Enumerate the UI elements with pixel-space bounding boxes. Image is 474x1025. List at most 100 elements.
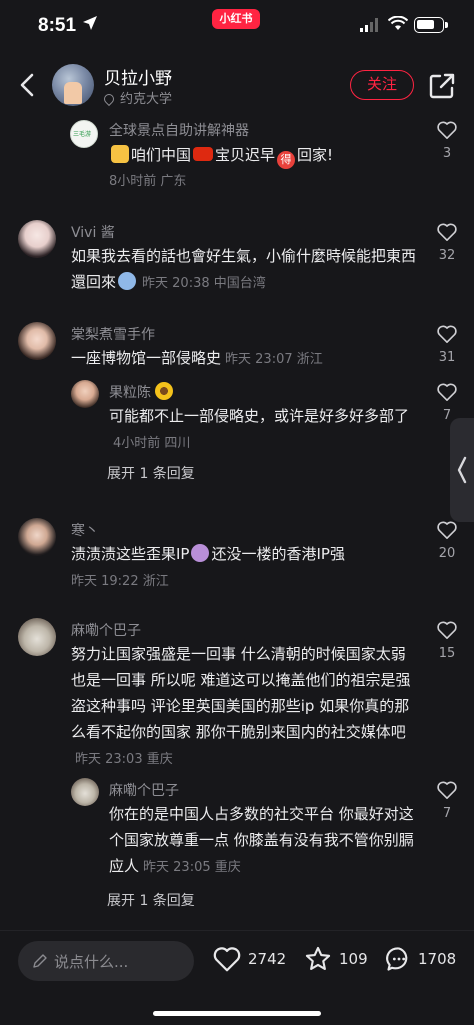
commenter-avatar[interactable] bbox=[18, 322, 56, 360]
comment-item: Vivi 酱 如果我去看的話也會好生氣，小偷什麼時候能把東西還回來 昨天 20:3… bbox=[0, 218, 474, 298]
commenter-avatar[interactable] bbox=[18, 618, 56, 656]
china-flag-emoji bbox=[193, 147, 214, 161]
comment-meta: 8小时前 广东 bbox=[109, 174, 187, 189]
wifi-icon bbox=[388, 16, 408, 30]
like-button[interactable]: 20 bbox=[432, 520, 462, 561]
heart-icon bbox=[437, 121, 457, 139]
heart-icon bbox=[437, 521, 457, 539]
thumbs-up-emoji bbox=[111, 145, 129, 163]
like-count: 7 bbox=[442, 806, 452, 821]
comment-icon bbox=[386, 947, 408, 971]
comment-text[interactable]: 如果我去看的話也會好生氣，小偷什麼時候能把東西還回來 昨天 20:38 中国台湾 bbox=[71, 243, 416, 297]
replier-name[interactable]: 果粒陈 bbox=[109, 382, 175, 402]
comment-text-part: 一座博物馆一部侵略史 bbox=[71, 349, 222, 367]
comment-text[interactable]: 渍渍渍这些歪果IP 还没一楼的香港IP强 bbox=[71, 541, 431, 567]
app-badge: 小红书 bbox=[212, 9, 260, 29]
avatar-label: 三毛游 bbox=[73, 131, 92, 138]
de-badge-emoji: 得 bbox=[277, 151, 296, 169]
comment-text-part: 努力让国家强盛是一回事 什么清朝的时候国家太弱也是一回事 所以呢 难道这可以掩盖… bbox=[71, 645, 411, 741]
commenter-name[interactable]: 棠梨煮雪手作 bbox=[71, 324, 155, 344]
side-drawer-handle[interactable] bbox=[450, 418, 474, 522]
status-bar: 8:51 小红书 bbox=[0, 0, 474, 52]
comment-post-button[interactable]: 1708 bbox=[384, 945, 464, 975]
comment-meta: 昨天 19:22 浙江 bbox=[71, 574, 169, 589]
location-arrow-icon bbox=[83, 16, 97, 30]
heart-icon bbox=[437, 223, 457, 241]
replier-avatar[interactable] bbox=[71, 778, 99, 806]
comment-meta: 昨天 23:03 重庆 bbox=[75, 752, 173, 767]
comment-text-part: 咱们中国 bbox=[131, 146, 192, 164]
poop-emoji bbox=[191, 544, 210, 562]
reply-meta: 昨天 23:05 重庆 bbox=[143, 860, 241, 875]
comment-item: 麻嘞个巴子 努力让国家强盛是一回事 什么清朝的时候国家太弱也是一回事 所以呢 难… bbox=[0, 618, 474, 918]
comment-text-part: 宝贝迟早 bbox=[215, 146, 276, 164]
expand-replies-button[interactable]: 展开 1 条回复 bbox=[107, 463, 195, 483]
comment-text[interactable]: 努力让国家强盛是一回事 什么清朝的时候国家太弱也是一回事 所以呢 难道这可以掩盖… bbox=[71, 641, 416, 773]
battery-icon bbox=[414, 17, 448, 33]
commenter-avatar[interactable]: 三毛游 bbox=[70, 120, 98, 148]
heart-icon bbox=[437, 621, 457, 639]
commenter-name[interactable]: Vivi 酱 bbox=[71, 222, 115, 242]
author-location: 约克大学 bbox=[101, 88, 173, 107]
crying-emoji bbox=[118, 272, 137, 290]
reply-text[interactable]: 可能都不止一部侵略史，或许是好多好多部了 4小时前 四川 bbox=[109, 403, 414, 457]
commenter-name[interactable]: 寒丶 bbox=[71, 520, 99, 540]
replier-name-text: 果粒陈 bbox=[109, 385, 151, 401]
like-button[interactable]: 15 bbox=[432, 620, 462, 661]
author-name[interactable]: 贝拉小野 bbox=[104, 64, 172, 89]
comment-input-placeholder: 说点什么... bbox=[54, 953, 129, 971]
like-count: 31 bbox=[438, 350, 456, 365]
comment-text-part: 回家! bbox=[297, 146, 334, 164]
chevron-left-icon bbox=[457, 456, 467, 484]
commenter-avatar[interactable] bbox=[18, 220, 56, 258]
heart-icon bbox=[437, 781, 457, 799]
like-button[interactable]: 3 bbox=[432, 120, 462, 161]
reply-text[interactable]: 你在的是中国人占多数的社交平台 你最好对这个国家放尊重一点 你膝盖有没有我不管你… bbox=[109, 801, 419, 881]
comment-text[interactable]: 一座博物馆一部侵略史 昨天 23:07 浙江 bbox=[71, 345, 411, 373]
expand-replies-button[interactable]: 展开 1 条回复 bbox=[107, 890, 195, 910]
post-like-count: 2742 bbox=[248, 950, 287, 968]
like-button[interactable]: 7 bbox=[432, 382, 462, 423]
like-post-button[interactable]: 2742 bbox=[212, 945, 288, 975]
pencil-icon bbox=[33, 954, 47, 968]
post-comment-count: 1708 bbox=[418, 950, 457, 968]
commenter-name[interactable]: 全球景点自助讲解神器 bbox=[109, 120, 249, 140]
like-count: 3 bbox=[442, 146, 452, 161]
like-count: 15 bbox=[438, 646, 456, 661]
share-icon[interactable] bbox=[428, 72, 456, 100]
comment-item: 棠梨煮雪手作 一座博物馆一部侵略史 昨天 23:07 浙江 31 果粒陈 可能都不… bbox=[0, 320, 474, 490]
heart-icon bbox=[213, 947, 241, 972]
heart-icon bbox=[437, 383, 457, 401]
comment-item: 三毛游 全球景点自助讲解神器 咱们中国 宝贝迟早得回家! 8小时前 广东 3 bbox=[0, 114, 474, 194]
star-icon bbox=[305, 946, 331, 970]
replier-name[interactable]: 麻嘞个巴子 bbox=[109, 780, 179, 800]
replier-avatar[interactable] bbox=[71, 380, 99, 408]
comment-input[interactable]: 说点什么... bbox=[18, 941, 194, 981]
comment-text[interactable]: 咱们中国 宝贝迟早得回家! bbox=[109, 142, 449, 169]
like-button[interactable]: 32 bbox=[432, 222, 462, 263]
location-pin-icon bbox=[101, 91, 117, 107]
status-time: 8:51 bbox=[38, 15, 77, 36]
reply-item: 麻嘞个巴子 你在的是中国人占多数的社交平台 你最好对这个国家放尊重一点 你膝盖有… bbox=[0, 776, 474, 886]
commenter-name[interactable]: 麻嘞个巴子 bbox=[71, 620, 141, 640]
author-avatar[interactable] bbox=[52, 64, 94, 106]
bottom-action-bar: 说点什么... 2742 109 1708 bbox=[0, 930, 474, 1025]
back-icon[interactable] bbox=[14, 70, 42, 100]
signal-icon bbox=[360, 18, 378, 32]
commenter-avatar[interactable] bbox=[18, 518, 56, 556]
reply-item: 果粒陈 可能都不止一部侵略史，或许是好多好多部了 4小时前 四川 7 bbox=[0, 378, 474, 458]
like-button[interactable]: 7 bbox=[432, 780, 462, 821]
comment-meta: 昨天 20:38 中国台湾 bbox=[142, 276, 266, 291]
like-button[interactable]: 31 bbox=[432, 324, 462, 365]
comment-text-part: 还没一楼的香港IP强 bbox=[211, 545, 345, 563]
author-location-text: 约克大学 bbox=[120, 92, 173, 107]
follow-button[interactable]: 关注 bbox=[350, 70, 414, 100]
reply-meta: 4小时前 四川 bbox=[113, 436, 191, 451]
post-collect-count: 109 bbox=[339, 950, 368, 968]
sunflower-emoji bbox=[155, 382, 173, 400]
comment-item: 寒丶 渍渍渍这些歪果IP 还没一楼的香港IP强 昨天 19:22 浙江 20 bbox=[0, 516, 474, 596]
comment-text-part: 渍渍渍这些歪果IP bbox=[71, 545, 190, 563]
like-count: 32 bbox=[438, 248, 456, 263]
like-count: 20 bbox=[438, 546, 456, 561]
collect-post-button[interactable]: 109 bbox=[303, 945, 369, 975]
